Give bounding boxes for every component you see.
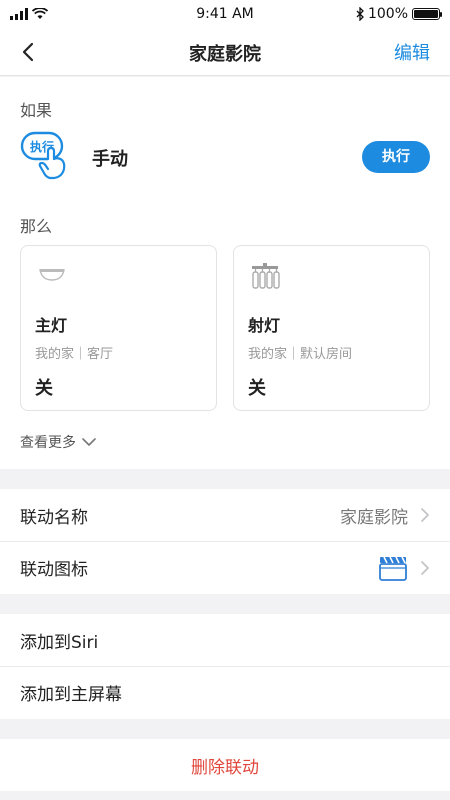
row-right [378,555,430,581]
row-right: 家庭影院 [340,503,430,528]
linkage-name-row[interactable]: 联动名称 家庭影院 [0,489,450,541]
trigger-row: 执行 手动 执行 [20,129,430,185]
linkage-icon-row[interactable]: 联动图标 [0,541,450,593]
device-card-spotlight[interactable]: 射灯 我的家｜默认房间 关 [233,245,430,411]
nav-bar: 家庭影院 编辑 [0,28,450,76]
trigger-name: 手动 [92,149,128,170]
manual-tap-icon: 执行 [20,131,66,180]
edit-button[interactable]: 编辑 [394,39,430,65]
delete-label: 删除联动 [191,757,259,778]
status-time: 9:41 AM [196,6,254,22]
delete-linkage-button[interactable]: 删除联动 [0,739,450,791]
linkage-settings-group: 联动名称 家庭影院 联动图标 [0,489,450,594]
battery-icon [412,8,442,20]
automation-panel: 如果 执行 手动 执行 那么 主灯 我的家｜客厅 关 射灯 我的家｜默认房间 关… [0,77,450,469]
chevron-right-icon [421,508,429,522]
device-card-main-light[interactable]: 主灯 我的家｜客厅 关 [20,245,217,411]
device-location: 我的家｜客厅 [35,347,114,362]
execute-button[interactable]: 执行 [362,141,430,173]
battery-fill [414,10,438,18]
device-location: 我的家｜默认房间 [248,347,353,362]
page-title: 家庭影院 [189,44,261,65]
see-more-button[interactable]: 查看更多 [20,432,96,452]
shortcut-group: 添加到Siri 添加到主屏幕 [0,614,450,719]
device-name: 主灯 [35,316,68,335]
delete-group: 删除联动 [0,739,450,791]
device-state: 关 [35,378,53,399]
add-to-home-screen-row[interactable]: 添加到主屏幕 [0,666,450,718]
device-name: 射灯 [248,316,281,335]
then-section-label: 那么 [20,217,53,236]
row-label: 联动图标 [20,560,88,580]
if-section-label: 如果 [20,101,53,120]
row-label: 添加到Siri [20,632,99,653]
row-label: 添加到主屏幕 [20,685,122,705]
row-label: 联动名称 [20,507,88,528]
ceiling-light-icon [39,269,65,281]
clapperboard-icon [379,556,407,581]
chevron-down-icon [82,437,96,446]
see-more-label: 查看更多 [20,435,76,451]
chevron-right-icon [421,560,429,575]
status-bar: 9:41 AM 100% [0,0,450,28]
row-value: 家庭影院 [340,507,408,528]
device-state: 关 [248,378,266,399]
spotlight-icon [252,263,280,289]
add-to-siri-row[interactable]: 添加到Siri [0,614,450,666]
